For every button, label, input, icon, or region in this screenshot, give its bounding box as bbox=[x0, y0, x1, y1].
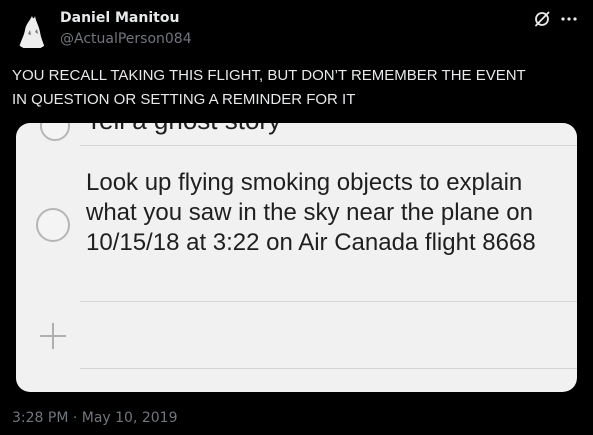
reminder-item-text: Tell a ghost story bbox=[86, 123, 281, 136]
tweet-text: YOU RECALL TAKING THIS FLIGHT, BUT DON’T… bbox=[12, 67, 526, 108]
tweet-media[interactable]: Tell a ghost story Look up flying smokin… bbox=[12, 118, 577, 392]
display-name[interactable]: Daniel Manitou bbox=[60, 10, 179, 26]
user-handle[interactable]: @ActualPerson084 bbox=[60, 31, 192, 47]
reminder-item-text: Look up flying smoking objects to explai… bbox=[86, 169, 536, 256]
divider bbox=[80, 145, 577, 146]
avatar[interactable] bbox=[12, 10, 52, 50]
ghost-avatar-icon bbox=[12, 10, 52, 50]
divider bbox=[80, 368, 577, 369]
divider bbox=[80, 301, 577, 302]
grok-icon[interactable] bbox=[533, 10, 551, 28]
tweet-timestamp[interactable]: 3:28 PM · May 10, 2019 bbox=[12, 410, 178, 426]
reminder-checkbox bbox=[40, 123, 70, 141]
plus-icon bbox=[38, 321, 68, 351]
more-icon[interactable] bbox=[560, 10, 578, 28]
reminder-checkbox bbox=[36, 208, 70, 242]
reminders-screenshot: Tell a ghost story Look up flying smokin… bbox=[16, 123, 577, 392]
